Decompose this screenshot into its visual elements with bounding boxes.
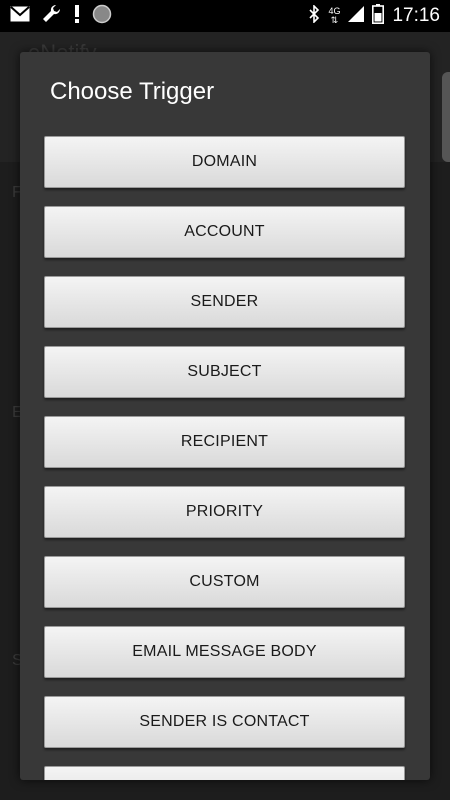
system-icons: 4G ⇅ 17:16	[308, 3, 440, 29]
notification-icons	[10, 4, 112, 29]
clock: 17:16	[392, 5, 440, 26]
wrench-icon	[42, 4, 62, 29]
trigger-option-sender-is-contact[interactable]: SENDER IS CONTACT	[44, 696, 405, 748]
trigger-option-email-message-body[interactable]: EMAIL MESSAGE BODY	[44, 626, 405, 678]
trigger-option-priority[interactable]: PRIORITY	[44, 486, 405, 538]
alert-icon	[74, 4, 80, 28]
trigger-option-subject[interactable]: SUBJECT	[44, 346, 405, 398]
trigger-option-sender[interactable]: SENDER	[44, 276, 405, 328]
trigger-option-account[interactable]: ACCOUNT	[44, 206, 405, 258]
network-type: 4G ⇅	[328, 6, 341, 25]
trigger-option-domain[interactable]: DOMAIN	[44, 136, 405, 188]
background-side-tab	[442, 72, 450, 162]
signal-icon	[348, 5, 365, 27]
gmail-icon	[10, 5, 30, 27]
status-bar: 4G ⇅ 17:16	[0, 0, 450, 32]
circle-icon	[92, 4, 112, 29]
trigger-options-list[interactable]: DOMAIN ACCOUNT SENDER SUBJECT RECIPIENT …	[44, 136, 405, 780]
trigger-option-partial[interactable]	[44, 766, 405, 780]
choose-trigger-dialog: Choose Trigger DOMAIN ACCOUNT SENDER SUB…	[20, 52, 430, 780]
bluetooth-icon	[308, 3, 320, 28]
trigger-option-custom[interactable]: CUSTOM	[44, 556, 405, 608]
trigger-option-recipient[interactable]: RECIPIENT	[44, 416, 405, 468]
battery-icon	[372, 3, 385, 29]
dialog-title: Choose Trigger	[50, 78, 215, 105]
